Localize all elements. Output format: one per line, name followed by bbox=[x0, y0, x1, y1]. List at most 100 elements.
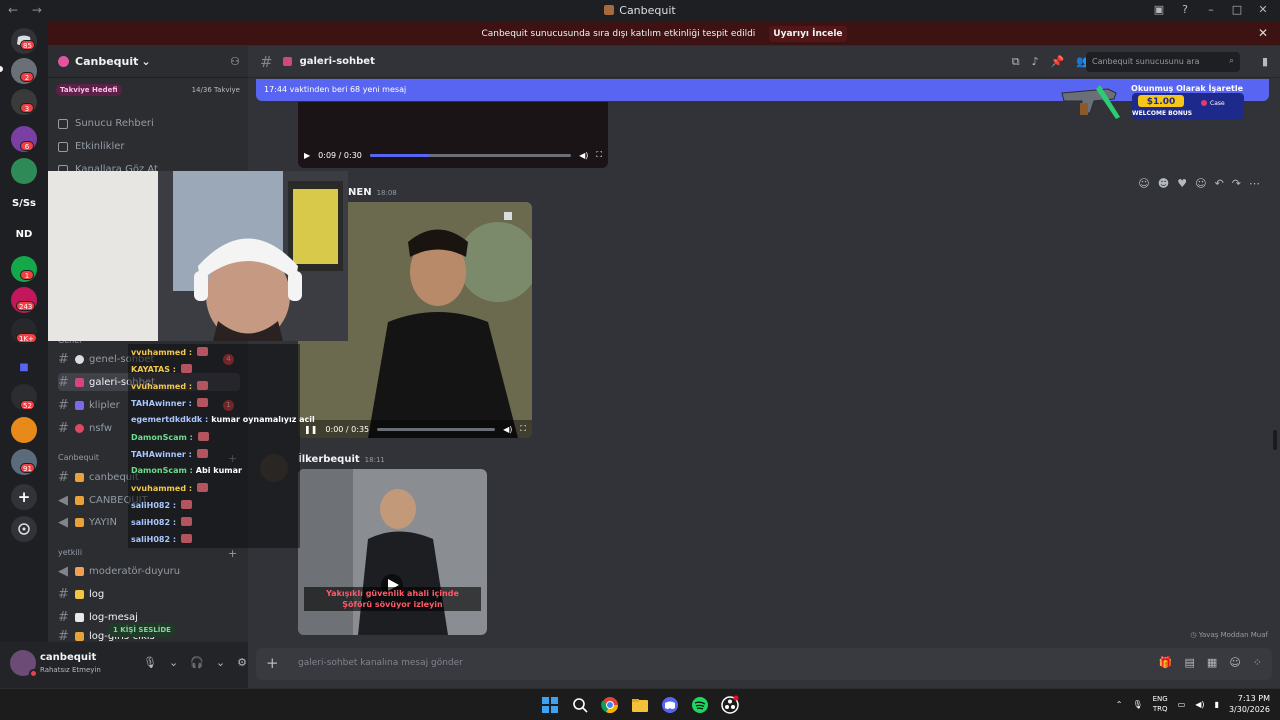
microphone-icon[interactable]: 🎙 bbox=[1132, 700, 1142, 709]
maximize-button[interactable]: □ bbox=[1230, 3, 1244, 16]
message-author[interactable]: NEN 18:08 bbox=[348, 187, 397, 198]
username[interactable]: canbequit bbox=[40, 652, 96, 663]
gif-icon[interactable]: ▤ bbox=[1185, 656, 1195, 669]
invite-people-icon[interactable]: ⚇ bbox=[230, 55, 240, 68]
minimize-button[interactable]: – bbox=[1204, 3, 1218, 16]
message-author[interactable]: İlkerbequit 18:11 bbox=[298, 454, 385, 465]
speaker-icon: ◀ bbox=[58, 514, 68, 530]
user-panel: canbequit Rahatsız Etmeyin 🎙 ⌄ 🎧 ⌄ ⚙ bbox=[0, 642, 248, 688]
search-input[interactable]: Canbequit sunucusunu ara ⌕ bbox=[1086, 52, 1240, 72]
category-yetkili[interactable]: yetkili + bbox=[58, 547, 237, 560]
emoji-icon[interactable]: ☺ bbox=[1229, 656, 1240, 669]
discover-icon[interactable] bbox=[11, 516, 37, 542]
language-indicator[interactable]: ENG TRQ bbox=[1153, 694, 1168, 714]
message-input[interactable]: galeri-sohbet kanalına mesaj gönder bbox=[298, 658, 463, 668]
windows-start-icon[interactable] bbox=[540, 695, 560, 715]
volume-icon[interactable]: ◀) bbox=[579, 151, 588, 160]
video-progress[interactable] bbox=[369, 153, 572, 157]
voice-active-pill[interactable]: 1 KİŞİ SESLİDE bbox=[108, 623, 176, 637]
gift-icon[interactable]: 🎁 bbox=[1159, 656, 1173, 669]
close-button[interactable]: ✕ bbox=[1256, 3, 1270, 16]
more-icon[interactable]: ⋯ bbox=[1249, 177, 1260, 190]
add-server-icon[interactable]: + bbox=[11, 484, 37, 510]
user-status: Rahatsız Etmeyin bbox=[40, 666, 101, 674]
server-header[interactable]: Canbequit ⌄ ⚇ bbox=[48, 46, 248, 78]
threads-icon[interactable]: ⧉ bbox=[1012, 55, 1020, 69]
microphone-icon[interactable]: 🎙 bbox=[143, 656, 157, 669]
inbox-icon[interactable]: ▣ bbox=[1152, 3, 1166, 16]
server-icon[interactable] bbox=[11, 417, 37, 443]
folder-icon[interactable]: ■ bbox=[11, 354, 37, 380]
clock[interactable]: 7:13 PM 3/30/2026 bbox=[1229, 693, 1270, 715]
folder-emoji-icon bbox=[75, 589, 84, 599]
notification-mute-icon[interactable]: ♪ bbox=[1032, 55, 1039, 69]
chat-emote-icon bbox=[181, 517, 193, 526]
file-explorer-icon[interactable] bbox=[630, 695, 650, 715]
discord-icon[interactable] bbox=[660, 695, 680, 715]
chevron-down-icon[interactable]: ⌄ bbox=[169, 656, 178, 669]
server-icon[interactable]: S/Ss bbox=[11, 190, 37, 216]
obs-icon[interactable] bbox=[720, 695, 740, 715]
author-name: NEN bbox=[348, 187, 372, 198]
server-name: Canbequit bbox=[75, 55, 139, 68]
fullscreen-icon[interactable]: ⛶ bbox=[596, 150, 602, 160]
hash-icon: # bbox=[58, 469, 69, 485]
channel-log[interactable]: # log bbox=[58, 585, 240, 603]
server-icon[interactable] bbox=[11, 158, 37, 184]
search-icon[interactable] bbox=[570, 695, 590, 715]
server-guide-link[interactable]: Sunucu Rehberi bbox=[58, 118, 154, 129]
fullscreen-icon[interactable]: ⛶ bbox=[520, 424, 526, 434]
add-reaction-icon[interactable]: ☺ bbox=[1195, 177, 1206, 190]
reaction-emoji-icon[interactable]: ☺ bbox=[1138, 177, 1149, 190]
chat-username: saliH082 : bbox=[131, 535, 177, 544]
clock-icon: ◷ bbox=[1190, 631, 1199, 639]
play-icon[interactable]: ▶ bbox=[304, 151, 310, 160]
guide-icon bbox=[58, 118, 68, 129]
apps-icon[interactable]: ⁘ bbox=[1253, 656, 1262, 669]
volume-icon[interactable]: ◀) bbox=[1195, 700, 1204, 709]
network-icon[interactable]: ▭ bbox=[1178, 700, 1186, 709]
chat-username: saliH082 : bbox=[131, 518, 177, 527]
clock-date: 3/30/2026 bbox=[1228, 705, 1270, 714]
pause-icon[interactable]: ❚❚ bbox=[304, 425, 317, 434]
heart-icon[interactable]: ♥ bbox=[1177, 177, 1187, 190]
channel-moderator-duyuru[interactable]: ◀ moderatör-duyuru bbox=[58, 562, 240, 580]
hash-icon: # bbox=[58, 586, 69, 602]
events-link[interactable]: Etkinlikler bbox=[58, 141, 125, 152]
create-channel-icon[interactable]: + bbox=[228, 547, 237, 560]
reply-icon[interactable]: ↶ bbox=[1215, 177, 1224, 190]
help-icon[interactable]: ? bbox=[1178, 3, 1192, 16]
video-progress[interactable] bbox=[377, 427, 496, 431]
video-attachment[interactable]: Yakışıklı güvenlik ahali içinde Şöförü s… bbox=[298, 469, 487, 635]
reaction-emoji-icon[interactable]: ☻ bbox=[1158, 177, 1169, 190]
server-icon[interactable]: ND bbox=[11, 221, 37, 247]
battery-icon[interactable]: ▮ bbox=[1215, 700, 1219, 709]
volume-icon[interactable]: ◀) bbox=[503, 425, 512, 434]
inbox-icon[interactable]: ▮ bbox=[1262, 55, 1268, 68]
chat-emote-icon bbox=[181, 364, 192, 373]
category-canbequit[interactable]: Canbequit+ bbox=[58, 452, 237, 465]
upload-plus-icon[interactable]: + bbox=[266, 654, 279, 672]
spotify-icon[interactable] bbox=[690, 695, 710, 715]
unread-badge: 2 bbox=[20, 72, 34, 82]
webcam-frame bbox=[48, 171, 348, 341]
scrollbar[interactable] bbox=[1273, 430, 1277, 450]
review-warning-button[interactable]: Uyarıyı İncele bbox=[769, 25, 847, 42]
boost-goal[interactable]: Takviye Hedefi 14/36 Takviye bbox=[56, 82, 240, 98]
forward-icon[interactable]: ↷ bbox=[1232, 177, 1241, 190]
chevron-down-icon[interactable]: ⌄ bbox=[216, 656, 225, 669]
headphones-icon[interactable]: 🎧 bbox=[190, 656, 204, 669]
stream-chat-line: DamonScam : bbox=[131, 432, 209, 442]
chrome-icon[interactable] bbox=[600, 695, 620, 715]
voice-active-label: 1 KİŞİ SESLİDE bbox=[113, 626, 171, 634]
chevron-up-icon[interactable]: ⌃ bbox=[1116, 700, 1123, 709]
video-attachment[interactable]: ▶ 0:09 / 0:30 ◀) ⛶ bbox=[298, 102, 608, 168]
pin-icon[interactable]: 📌 bbox=[1051, 55, 1065, 69]
search-icon: ⌕ bbox=[1228, 56, 1234, 66]
app-logo-icon bbox=[604, 5, 615, 15]
settings-icon[interactable]: ⚙ bbox=[237, 656, 247, 669]
close-icon[interactable]: ✕ bbox=[1258, 26, 1268, 40]
chat-username: TAHAwinner : bbox=[131, 450, 192, 459]
sticker-icon[interactable]: ▦ bbox=[1207, 656, 1217, 669]
message-composer[interactable]: + galeri-sohbet kanalına mesaj gönder 🎁 … bbox=[256, 648, 1272, 680]
